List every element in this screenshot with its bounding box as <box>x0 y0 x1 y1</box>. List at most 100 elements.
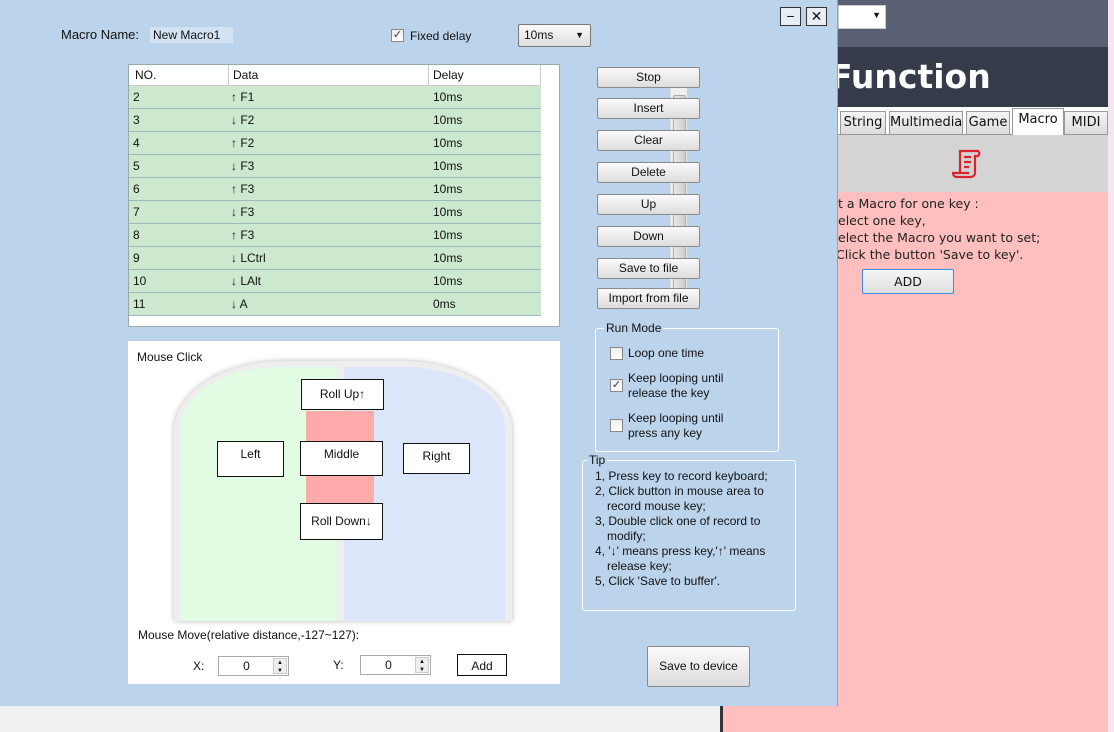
delete-button[interactable]: Delete <box>597 162 700 183</box>
tip-group: Tip 1, Press key to record keyboard; 2, C… <box>582 453 796 611</box>
row-no: 5 <box>133 159 140 173</box>
x-distance-input[interactable]: 0 ▲ ▼ <box>218 656 289 676</box>
fixed-delay-label: Fixed delay <box>410 29 472 43</box>
minimize-button[interactable]: − <box>780 7 801 26</box>
row-data: ↑ F3 <box>231 182 255 196</box>
tab-midi[interactable]: MIDI <box>1064 111 1108 135</box>
column-header-delay[interactable]: Delay <box>429 65 541 86</box>
row-delay: 10ms <box>433 228 463 242</box>
column-header-no[interactable]: NO. <box>129 65 229 86</box>
row-no: 2 <box>133 90 140 104</box>
clear-button[interactable]: Clear <box>597 130 700 151</box>
roll-down-button[interactable]: Roll Down↓ <box>300 503 383 540</box>
column-header-data[interactable]: Data <box>229 65 429 86</box>
delay-select[interactable]: 10ms ▼ <box>518 24 591 47</box>
row-data: ↓ A <box>231 297 248 311</box>
roll-up-button[interactable]: Roll Up↑ <box>301 379 384 410</box>
row-delay: 10ms <box>433 274 463 288</box>
instruction-line: elect the Macro you want to set; <box>838 230 1041 245</box>
x-label: X: <box>193 659 205 673</box>
run-mode-group: Run Mode Loop one time ✓ Keep looping un… <box>595 321 779 452</box>
add-mouse-move-button[interactable]: Add <box>457 654 507 676</box>
macro-record-table: NO. Data Delay 2 ↑ F1 10ms 3 ↓ F2 10ms 4 ↑ F2 10… <box>128 64 687 327</box>
row-data: ↓ F3 <box>231 205 255 219</box>
down-button[interactable]: Down <box>597 226 700 247</box>
row-no: 3 <box>133 113 140 127</box>
function-title: Function <box>838 57 991 96</box>
tab-game[interactable]: Game <box>966 111 1010 135</box>
table-row[interactable]: 9 ↓ LCtrl 10ms <box>129 247 541 270</box>
macro-editor-dialog: − ✕ Macro Name: New Macro1 ✓ Fixed delay… <box>0 0 838 706</box>
tab-macro[interactable]: Macro <box>1012 108 1064 135</box>
delay-select-value: 10ms <box>524 28 554 42</box>
macro-name-label: Macro Name: <box>61 27 140 42</box>
macro-name-input[interactable]: New Macro1 <box>150 27 233 43</box>
y-value: 0 <box>385 658 392 672</box>
table-row[interactable]: 6 ↑ F3 10ms <box>129 178 541 201</box>
spinner-arrows-icon[interactable]: ▲ ▼ <box>273 658 287 674</box>
table-row[interactable]: 2 ↑ F1 10ms <box>129 86 541 109</box>
background-dropdown[interactable]: ▼ <box>838 5 886 29</box>
import-from-file-button[interactable]: Import from file <box>597 288 700 309</box>
background-pink-strip <box>720 706 840 732</box>
fixed-delay-checkbox[interactable]: ✓ <box>391 29 404 42</box>
mouse-click-panel: Mouse Click Roll Up↑ Left Middle Right R… <box>128 341 560 684</box>
row-data: ↓ F3 <box>231 159 255 173</box>
mouse-click-title: Mouse Click <box>137 350 203 364</box>
table-row[interactable]: 3 ↓ F2 10ms <box>129 109 541 132</box>
table-row[interactable]: 8 ↑ F3 10ms <box>129 224 541 247</box>
tip-line: 2, Click button in mouse area to <box>595 484 764 498</box>
table-row[interactable]: 10 ↓ LAlt 10ms <box>129 270 541 293</box>
table-row[interactable]: 7 ↓ F3 10ms <box>129 201 541 224</box>
tab-string[interactable]: String <box>840 111 886 135</box>
window-edge <box>1108 0 1114 732</box>
mouse-move-label: Mouse Move(relative distance,-127~127): <box>138 628 360 642</box>
instruction-line: t a Macro for one key : <box>838 196 979 211</box>
tip-title: Tip <box>587 453 608 467</box>
row-data: ↑ F3 <box>231 228 255 242</box>
macro-icon-bar <box>838 135 1108 192</box>
row-no: 4 <box>133 136 140 150</box>
add-macro-button[interactable]: ADD <box>862 269 954 294</box>
instruction-line: elect one key, <box>838 213 926 228</box>
row-no: 11 <box>133 297 146 311</box>
middle-click-button[interactable]: Middle <box>300 441 383 476</box>
row-delay: 10ms <box>433 113 463 127</box>
x-value: 0 <box>243 659 250 673</box>
row-delay: 10ms <box>433 205 463 219</box>
y-distance-input[interactable]: 0 ▲ ▼ <box>360 655 431 675</box>
row-delay: 10ms <box>433 182 463 196</box>
row-data: ↓ F2 <box>231 113 255 127</box>
spinner-arrows-icon[interactable]: ▲ ▼ <box>415 657 429 673</box>
loop-until-press-checkbox[interactable] <box>610 419 623 432</box>
row-no: 8 <box>133 228 140 242</box>
loop-one-time-label: Loop one time <box>628 346 705 360</box>
save-to-device-button[interactable]: Save to device <box>647 646 750 687</box>
tab-multimedia[interactable]: Multimedia <box>889 111 963 135</box>
row-no: 10 <box>133 274 147 288</box>
loop-until-release-checkbox[interactable]: ✓ <box>610 379 623 392</box>
chevron-down-icon: ▼ <box>575 30 584 40</box>
row-no: 7 <box>133 205 140 219</box>
up-button[interactable]: Up <box>597 194 700 215</box>
insert-button[interactable]: Insert <box>597 98 700 119</box>
row-data: ↑ F1 <box>231 90 255 104</box>
table-row[interactable]: 5 ↓ F3 10ms <box>129 155 541 178</box>
table-row[interactable]: 11 ↓ A 0ms <box>129 293 541 316</box>
background-tabs: String Multimedia Game Macro MIDI <box>838 107 1108 135</box>
table-row[interactable]: 4 ↑ F2 10ms <box>129 132 541 155</box>
row-delay: 10ms <box>433 90 463 104</box>
row-delay: 10ms <box>433 136 463 150</box>
background-title: Function <box>838 47 1108 107</box>
tip-line: 5, Click 'Save to buffer'. <box>595 574 721 588</box>
close-button[interactable]: ✕ <box>806 7 827 26</box>
loop-until-press-label: Keep looping until press any key <box>628 411 724 440</box>
row-data: ↓ LCtrl <box>231 251 266 265</box>
loop-one-time-checkbox[interactable] <box>610 347 623 360</box>
left-click-button[interactable]: Left <box>217 441 284 477</box>
right-click-button[interactable]: Right <box>403 443 470 474</box>
tip-line: 4, '↓' means press key,'↑' means <box>595 544 766 558</box>
stop-button[interactable]: Stop <box>597 67 700 88</box>
save-to-file-button[interactable]: Save to file <box>597 258 700 279</box>
row-delay: 10ms <box>433 159 463 173</box>
